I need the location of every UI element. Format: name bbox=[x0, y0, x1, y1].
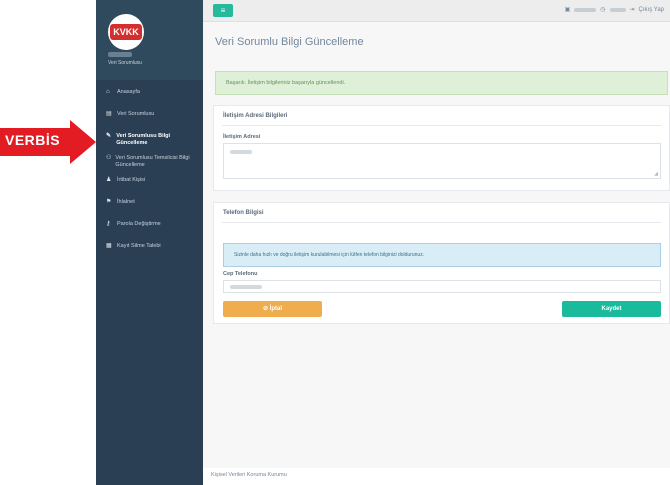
cancel-button[interactable]: ⊘ İptal bbox=[223, 301, 322, 317]
date-blurred bbox=[574, 7, 597, 12]
page: VERBİS KVKK Veri Sorumlusu ⌂ Anasayfa ▤ … bbox=[0, 0, 670, 485]
sidebar-item-anasayfa[interactable]: ⌂ Anasayfa bbox=[96, 86, 203, 108]
sidebar-item-label: Veri Sorumlusu Bilgi Güncelleme bbox=[116, 133, 171, 146]
flag-icon: ⚑ bbox=[106, 199, 112, 205]
annotation-label: VERBİS bbox=[5, 132, 61, 148]
phone-panel-title: Telefon Bilgisi bbox=[223, 210, 264, 216]
logout-icon: ⇥ bbox=[629, 7, 635, 13]
menu-toggle-button[interactable]: ≡ bbox=[213, 4, 233, 17]
list-icon: ▤ bbox=[106, 111, 112, 117]
edit-icon: ✎ bbox=[106, 133, 112, 139]
success-alert: Başarılı. İletişim bilgileriniz başarıyl… bbox=[215, 71, 668, 95]
sidebar: KVKK Veri Sorumlusu ⌂ Anasayfa ▤ Veri So… bbox=[96, 0, 203, 485]
footer-text: Kişisel Verileri Koruma Kurumu bbox=[211, 472, 287, 478]
username-blurred bbox=[108, 52, 132, 57]
cancel-icon: ⊘ bbox=[262, 306, 268, 312]
clock-icon: ◷ bbox=[600, 7, 606, 13]
main-content: Veri Sorumlu Bilgi Güncelleme Başarılı. … bbox=[203, 22, 670, 468]
sidebar-item-label: Veri Sorumlusu Temsilcisi Bilgi Güncelle… bbox=[115, 155, 190, 168]
address-panel: İletişim Adresi Bilgileri İletişim Adres… bbox=[213, 105, 670, 191]
address-field-label: İletişim Adresi bbox=[223, 134, 261, 140]
home-icon: ⌂ bbox=[106, 89, 110, 95]
sidebar-item-parola-degistirme[interactable]: ⚷ Parola Değiştirme bbox=[96, 218, 203, 240]
logout-link[interactable]: Çıkış Yap bbox=[639, 7, 664, 13]
divider bbox=[222, 125, 661, 126]
sidebar-item-temsilci-guncelleme[interactable]: ⚇ Veri Sorumlusu Temsilcisi Bilgi Güncel… bbox=[96, 152, 203, 174]
sidebar-menu: ⌂ Anasayfa ▤ Veri Sorumlusu ✎ Veri Sorum… bbox=[96, 86, 203, 262]
sidebar-item-label: İhlalnet bbox=[117, 199, 135, 205]
info-alert: Sizinle daha hızlı ve doğru iletişim kur… bbox=[223, 243, 661, 267]
trash-icon: ▦ bbox=[106, 243, 112, 249]
phone-panel: Telefon Bilgisi Sizinle daha hızlı ve do… bbox=[213, 202, 670, 324]
phone-field-label: Cep Telefonu bbox=[223, 271, 258, 277]
user-edit-icon: ⚇ bbox=[106, 155, 112, 161]
sidebar-item-label: Veri Sorumlusu bbox=[117, 111, 155, 117]
phone-value-blurred bbox=[230, 285, 262, 289]
topbar: ≡ ▣ ◷ ⇥ Çıkış Yap bbox=[203, 0, 670, 22]
cancel-button-label: İptal bbox=[269, 306, 283, 312]
sidebar-item-bilgi-guncelleme[interactable]: ✎ Veri Sorumlusu Bilgi Güncelleme bbox=[96, 130, 203, 152]
sidebar-item-label: Anasayfa bbox=[117, 89, 140, 95]
sidebar-profile: KVKK Veri Sorumlusu bbox=[96, 0, 203, 80]
save-button[interactable]: Kaydet bbox=[562, 301, 661, 317]
user-icon: ♟ bbox=[106, 177, 112, 183]
key-icon: ⚷ bbox=[106, 221, 111, 227]
sidebar-item-kayit-silme[interactable]: ▦ Kayıt Silme Talebi bbox=[96, 240, 203, 262]
page-title: Veri Sorumlu Bilgi Güncelleme bbox=[215, 36, 364, 48]
sidebar-item-label: Parola Değiştirme bbox=[117, 221, 161, 227]
sidebar-item-ihlalnet[interactable]: ⚑ İhlalnet bbox=[96, 196, 203, 218]
sidebar-item-veri-sorumlusu[interactable]: ▤ Veri Sorumlusu bbox=[96, 108, 203, 130]
user-role: Veri Sorumlusu bbox=[108, 60, 142, 66]
divider bbox=[222, 222, 661, 223]
sidebar-item-irtibat-kisisi[interactable]: ♟ İrtibat Kişisi bbox=[96, 174, 203, 196]
footer: Kişisel Verileri Koruma Kurumu bbox=[203, 468, 670, 485]
calendar-icon: ▣ bbox=[564, 7, 571, 13]
address-textarea[interactable]: ◢ bbox=[223, 143, 661, 179]
sidebar-item-label: Kayıt Silme Talebi bbox=[117, 243, 161, 249]
phone-input[interactable] bbox=[223, 280, 661, 293]
annotation-arrow: VERBİS bbox=[0, 120, 96, 164]
address-panel-title: İletişim Adresi Bilgileri bbox=[223, 113, 288, 119]
kvkk-logo: KVKK bbox=[108, 14, 144, 50]
sidebar-item-label: İrtibat Kişisi bbox=[117, 177, 146, 183]
logo-text: KVKK bbox=[110, 24, 142, 40]
topbar-right: ▣ ◷ ⇥ Çıkış Yap bbox=[564, 6, 664, 14]
time-blurred bbox=[609, 7, 626, 12]
resize-handle-icon: ◢ bbox=[654, 171, 658, 177]
address-value-blurred bbox=[230, 150, 252, 154]
